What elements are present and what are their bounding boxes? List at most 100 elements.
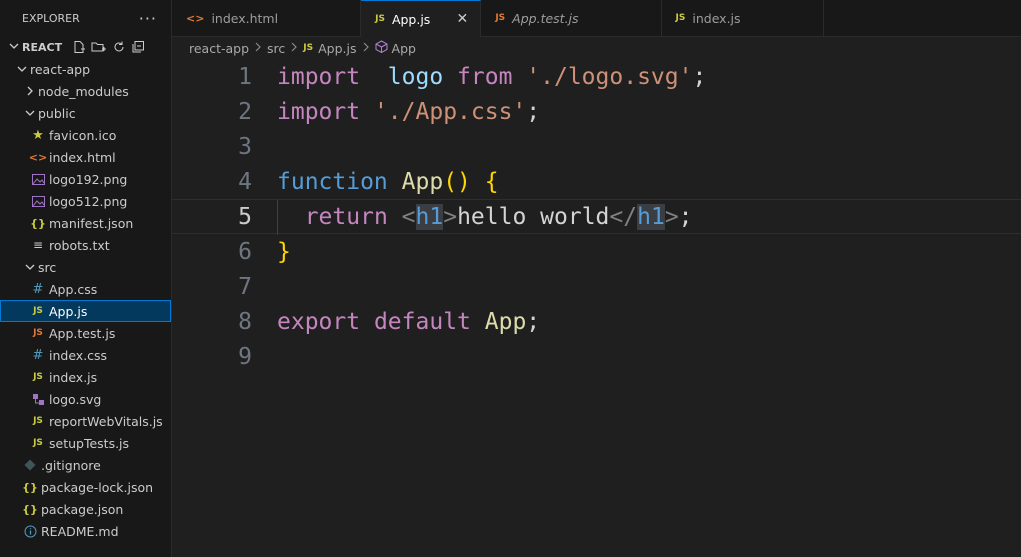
code-token: ; <box>692 63 707 90</box>
code-token: App <box>484 308 527 335</box>
code-text: return <h1>hello world</h1>; <box>277 203 693 230</box>
file-row[interactable]: logo.svg <box>0 388 171 410</box>
js-icon: JS <box>675 13 686 23</box>
folder-row[interactable]: react-app <box>0 58 171 80</box>
code-line[interactable]: 9 <box>172 339 1021 374</box>
code-editor[interactable]: 1 import logo from './logo.svg'; 2 import '… <box>172 59 1021 557</box>
code-text: export default App; <box>277 309 540 335</box>
code-line[interactable]: 7 <box>172 269 1021 304</box>
collapse-all-icon[interactable] <box>131 40 145 54</box>
new-file-icon[interactable] <box>72 40 86 54</box>
code-text: import logo from './logo.svg'; <box>277 64 706 90</box>
file-row[interactable]: JS App.test.js <box>0 322 171 344</box>
chevron-right-icon <box>290 42 298 55</box>
folder-row[interactable]: node_modules <box>0 80 171 102</box>
file-row[interactable]: # index.css <box>0 344 171 366</box>
file-row[interactable]: JS index.js <box>0 366 171 388</box>
code-token: './logo.svg' <box>526 63 693 90</box>
workspace-section-header[interactable]: REACT <box>0 36 171 58</box>
file-row[interactable]: ★ favicon.ico <box>0 124 171 146</box>
tab-index-html[interactable]: <> index.html <box>172 0 362 36</box>
file-row[interactable]: JS setupTests.js <box>0 432 171 454</box>
explorer-sidebar: EXPLORER ··· REACT react-app node_modules… <box>0 0 172 557</box>
tree-item-label: react-app <box>30 61 91 77</box>
file-row[interactable]: JS reportWebVitals.js <box>0 410 171 432</box>
tree-item-label: reportWebVitals.js <box>49 413 163 429</box>
tab-app-js[interactable]: JS App.js ✕ <box>361 0 482 37</box>
svg-icon <box>30 393 46 406</box>
new-folder-icon[interactable] <box>91 40 107 54</box>
code-text: import './App.css'; <box>277 99 540 125</box>
file-row[interactable]: ≡ robots.txt <box>0 234 171 256</box>
code-line[interactable]: 5 return <h1>hello world</h1>; <box>172 199 1021 235</box>
info-icon <box>22 525 38 538</box>
code-token: () <box>443 168 471 195</box>
breadcrumb-item[interactable]: App.js <box>318 41 356 56</box>
code-token: hello world <box>457 203 610 230</box>
explorer-actions <box>72 40 145 54</box>
more-actions-icon[interactable]: ··· <box>139 9 157 28</box>
code-token: } <box>277 238 291 265</box>
css-icon: # <box>32 281 44 297</box>
line-number: 8 <box>238 308 252 335</box>
code-token: ; <box>526 98 541 125</box>
line-number: 5 <box>238 203 252 230</box>
tree-item-label: App.css <box>49 281 98 297</box>
code-line[interactable]: 4 function App() { <box>172 164 1021 199</box>
breadcrumb-item[interactable]: react-app <box>189 41 249 56</box>
code-token: > <box>664 203 679 230</box>
code-token: './App.css' <box>373 98 527 125</box>
file-row[interactable]: {} package-lock.json <box>0 476 171 498</box>
code-line[interactable]: 2 import './App.css'; <box>172 94 1021 129</box>
tab-index-js[interactable]: JS index.js <box>661 0 824 36</box>
tab-app-test-js[interactable]: JS App.test.js <box>481 0 662 36</box>
breadcrumb-item[interactable]: src <box>267 41 285 56</box>
close-icon[interactable]: ✕ <box>454 11 470 27</box>
file-row[interactable]: logo192.png <box>0 168 171 190</box>
html-icon: <> <box>186 11 205 25</box>
refresh-icon[interactable] <box>112 40 126 54</box>
tree-item-label: index.css <box>49 347 108 363</box>
explorer-title: EXPLORER <box>22 12 80 25</box>
file-row[interactable]: README.md <box>0 520 171 542</box>
symbol-function-icon <box>375 40 388 56</box>
code-line[interactable]: 6} <box>172 234 1021 269</box>
file-row[interactable]: {} manifest.json <box>0 212 171 234</box>
line-number: 2 <box>238 98 252 125</box>
json-icon: {} <box>22 502 38 516</box>
folder-row[interactable]: src <box>0 256 171 278</box>
tab-label: App.js <box>391 11 431 27</box>
css-icon: # <box>32 347 44 363</box>
file-row[interactable]: logo512.png <box>0 190 171 212</box>
code-line[interactable]: 3 <box>172 129 1021 164</box>
tree-item-label: logo.svg <box>49 391 102 407</box>
breadcrumb-item[interactable]: App <box>392 41 416 56</box>
js-icon: JS <box>33 416 43 426</box>
file-row[interactable]: .gitignore <box>0 454 171 476</box>
line-number: 7 <box>238 273 252 300</box>
file-row[interactable]: <> index.html <box>0 146 171 168</box>
file-row[interactable]: {} package.json <box>0 498 171 520</box>
editor-tabs: <> index.html JS App.js ✕ JS App.test.js JS inde… <box>172 0 1021 37</box>
code-token: from <box>457 63 513 90</box>
html-icon: <> <box>28 150 48 164</box>
explorer-header: EXPLORER ··· <box>0 0 171 37</box>
code-line[interactable]: 1 import logo from './logo.svg'; <box>172 59 1021 94</box>
code-token: ; <box>526 308 541 335</box>
tree-item-label: index.js <box>49 369 98 385</box>
code-token: default <box>373 308 471 335</box>
tab-label: index.html <box>211 10 279 26</box>
file-tree: react-app node_modules public ★ favicon.ico <… <box>0 58 171 542</box>
file-row[interactable]: # App.css <box>0 278 171 300</box>
tree-item-label: favicon.ico <box>49 127 117 143</box>
folder-row[interactable]: public <box>0 102 171 124</box>
code-token: return <box>304 203 388 230</box>
code-token: function <box>277 168 388 195</box>
file-row[interactable]: JS App.js <box>0 300 171 322</box>
code-line[interactable]: 8 export default App; <box>172 304 1021 339</box>
